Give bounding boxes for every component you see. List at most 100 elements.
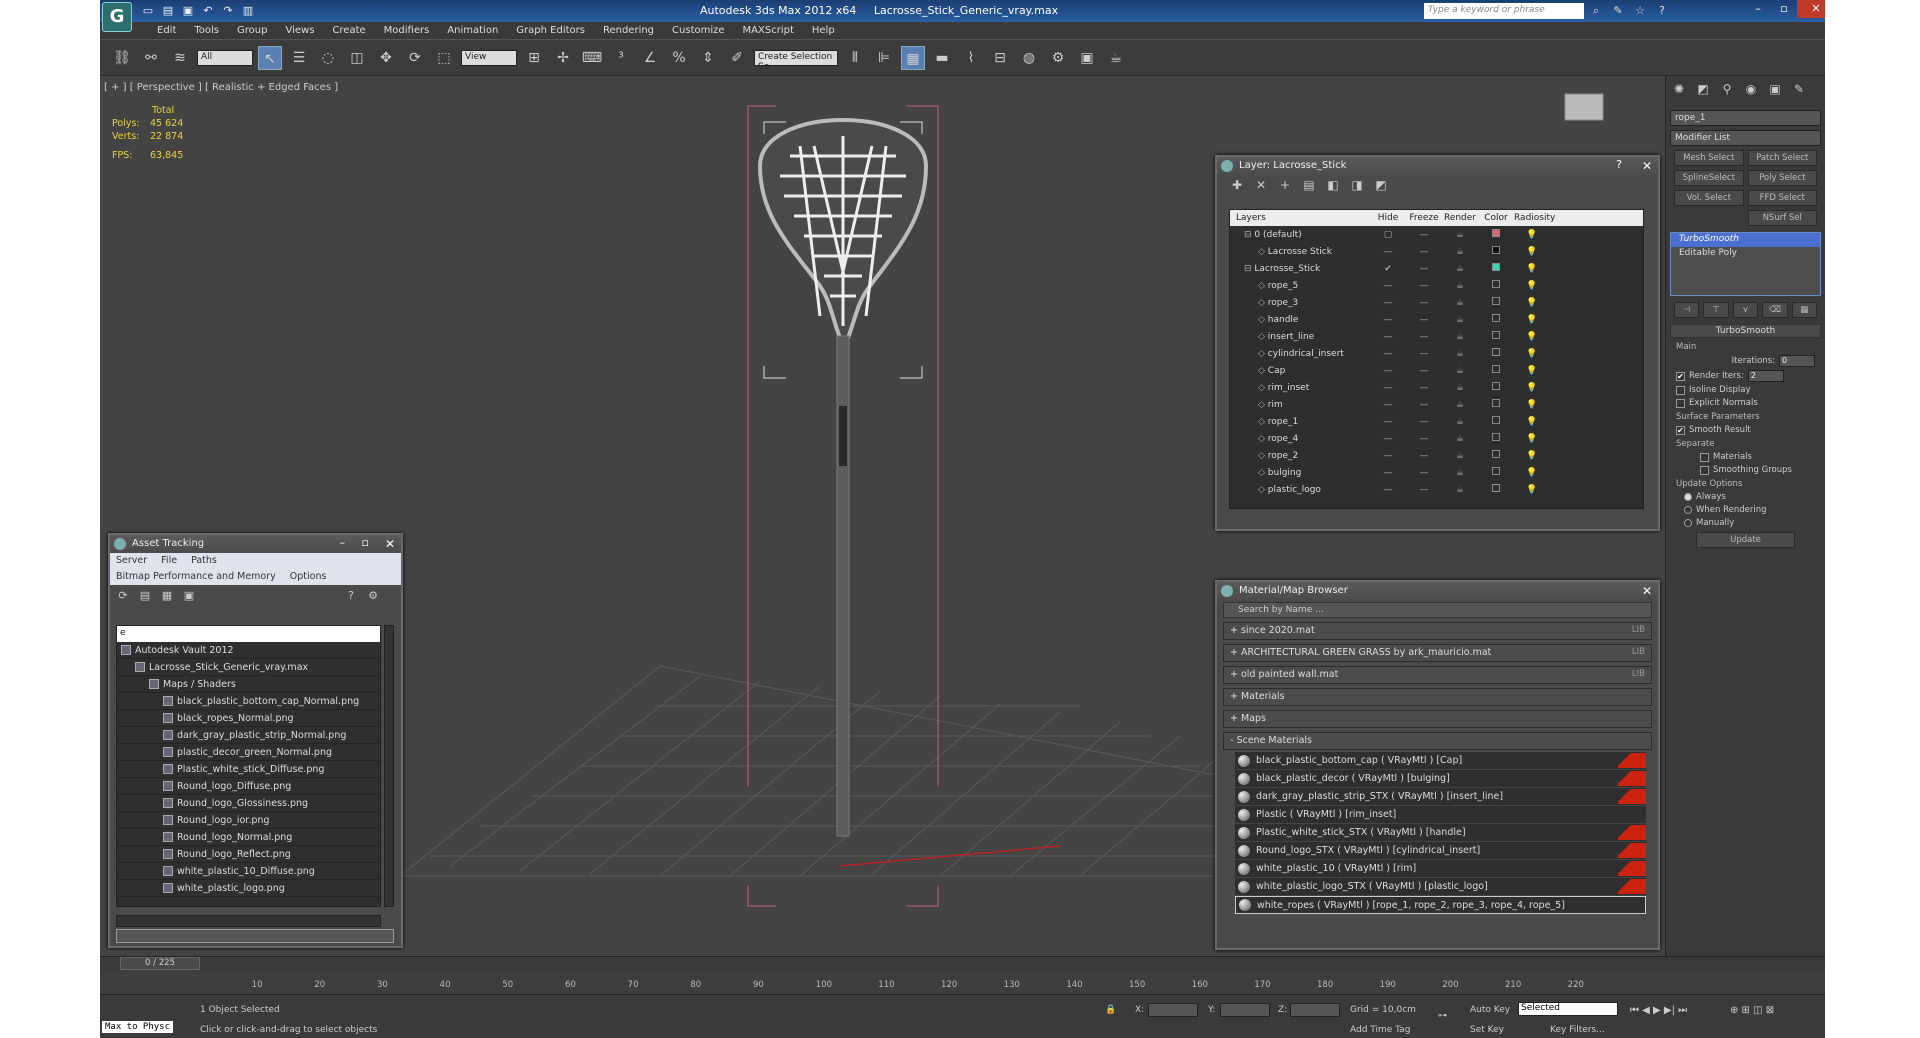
asset-filter-input[interactable]: e bbox=[117, 626, 380, 642]
pivot-center-icon[interactable]: ⊞ bbox=[522, 46, 546, 70]
delete-layer-icon[interactable]: ✕ bbox=[1253, 178, 1269, 194]
layer-row[interactable]: ◇ Lacrosse Stick — — ☕ 💡 bbox=[1230, 243, 1643, 260]
material-group[interactable]: + old painted wall.mat LIB bbox=[1223, 666, 1652, 684]
bind-space-warp-icon[interactable]: ≋ bbox=[168, 46, 192, 70]
layer-render-toggle[interactable]: ☕ bbox=[1442, 434, 1478, 444]
edit-named-selection-icon[interactable]: ✐ bbox=[725, 46, 749, 70]
material-group[interactable]: + ARCHITECTURAL GREEN GRASS by ark_mauri… bbox=[1223, 644, 1652, 662]
asset-minimize-icon[interactable]: – bbox=[340, 536, 346, 549]
modifier-button-splineselect[interactable]: SplineSelect bbox=[1674, 170, 1744, 186]
menu-help[interactable]: Help bbox=[803, 22, 844, 39]
asset-row[interactable]: Maps / Shaders bbox=[117, 676, 380, 693]
layer-freeze-toggle[interactable]: — bbox=[1406, 315, 1442, 325]
layer-freeze-toggle[interactable]: — bbox=[1406, 298, 1442, 308]
scene-material-row[interactable]: black_plastic_decor ( VRayMtl ) [bulging… bbox=[1235, 770, 1646, 788]
layer-render-toggle[interactable]: ☕ bbox=[1442, 366, 1478, 376]
iterations-spinner[interactable]: 0 bbox=[1779, 355, 1815, 367]
layer-column-layers[interactable]: Layers bbox=[1230, 213, 1370, 223]
layer-color-swatch[interactable] bbox=[1478, 314, 1514, 325]
layer-radiosity-toggle[interactable]: 💡 bbox=[1514, 349, 1550, 359]
select-in-layer-icon[interactable]: ▤ bbox=[1301, 178, 1317, 194]
asset-row[interactable]: Round_logo_Reflect.png bbox=[117, 846, 380, 863]
asset-row[interactable]: black_ropes_Normal.png bbox=[117, 710, 380, 727]
settings-icon[interactable]: ⚙ bbox=[366, 589, 380, 603]
layer-row[interactable]: ◇ cylindrical_insert — — ☕ 💡 bbox=[1230, 345, 1643, 362]
layer-hide-toggle[interactable]: — bbox=[1370, 434, 1406, 444]
asset-row[interactable]: black_plastic_bottom_cap_Normal.png bbox=[117, 693, 380, 710]
material-group[interactable]: + since 2020.mat LIB bbox=[1223, 622, 1652, 640]
layer-manager-icon[interactable]: ▦ bbox=[901, 45, 925, 70]
layer-close-icon[interactable]: ✕ bbox=[1642, 159, 1652, 173]
display-tab-icon[interactable]: ▣ bbox=[1766, 82, 1784, 100]
material-window-title-bar[interactable]: Material/Map Browser ✕ bbox=[1217, 582, 1658, 600]
asset-row[interactable]: Autodesk Vault 2012 bbox=[117, 642, 380, 659]
layer-color-swatch[interactable] bbox=[1478, 433, 1514, 444]
make-unique-icon[interactable]: ⋎ bbox=[1732, 302, 1759, 318]
layer-radiosity-toggle[interactable]: 💡 bbox=[1514, 451, 1550, 461]
selection-filter-dropdown[interactable]: All bbox=[197, 49, 253, 66]
angle-snap-icon[interactable]: ∠ bbox=[638, 46, 662, 70]
percent-snap-icon[interactable]: % bbox=[667, 46, 691, 70]
layer-row[interactable]: ◇ rope_3— — ☕ 💡 bbox=[1230, 294, 1643, 311]
material-group[interactable]: + Materials bbox=[1223, 688, 1652, 706]
star-icon[interactable]: ☆ bbox=[1632, 3, 1648, 19]
close-icon[interactable]: ✕ bbox=[1797, 0, 1825, 18]
hierarchy-tab-icon[interactable]: ⚲ bbox=[1718, 82, 1736, 100]
render-iters-checkbox[interactable]: ✔ bbox=[1676, 371, 1685, 381]
undo-icon[interactable]: ↶ bbox=[200, 3, 216, 19]
layer-hide-toggle[interactable]: — bbox=[1370, 366, 1406, 376]
layer-row[interactable]: ◇ Cap — — ☕ 💡 bbox=[1230, 362, 1643, 379]
freeze-all-icon[interactable]: ◩ bbox=[1373, 178, 1389, 194]
configure-sets-icon[interactable]: ▦ bbox=[1791, 302, 1818, 318]
keyboard-shortcut-icon[interactable]: ⌨ bbox=[580, 46, 604, 70]
layer-hide-toggle[interactable]: — bbox=[1370, 281, 1406, 291]
smoothing-groups-checkbox[interactable] bbox=[1700, 465, 1709, 475]
layer-row[interactable]: ◇ handle — — ☕ 💡 bbox=[1230, 311, 1643, 328]
key-filters-button[interactable]: Key Filters... bbox=[1550, 1025, 1605, 1035]
layer-freeze-toggle[interactable]: — bbox=[1406, 434, 1442, 444]
asset-row[interactable]: Round_logo_Diffuse.png bbox=[117, 778, 380, 795]
menu-customize[interactable]: Customize bbox=[663, 22, 734, 39]
graphite-ribbon-icon[interactable]: ▬ bbox=[930, 46, 954, 70]
redo-icon[interactable]: ↷ bbox=[220, 3, 236, 19]
scene-material-row[interactable]: black_plastic_bottom_cap ( VRayMtl ) [Ca… bbox=[1235, 752, 1646, 770]
layer-render-toggle[interactable]: ☕ bbox=[1442, 281, 1478, 291]
asset-menu-paths[interactable]: Paths bbox=[191, 555, 217, 567]
new-file-icon[interactable]: ▭ bbox=[140, 3, 156, 19]
layer-expand-icon[interactable]: ⊟ bbox=[1244, 264, 1254, 274]
layer-freeze-toggle[interactable]: — bbox=[1406, 485, 1442, 495]
layer-render-toggle[interactable]: ☕ bbox=[1442, 247, 1478, 257]
layer-render-toggle[interactable]: ☕ bbox=[1442, 298, 1478, 308]
layer-column-radiosity[interactable]: Radiosity bbox=[1514, 213, 1555, 223]
layer-radiosity-toggle[interactable]: 💡 bbox=[1514, 485, 1550, 495]
layer-radiosity-toggle[interactable]: 💡 bbox=[1514, 332, 1550, 342]
layer-freeze-toggle[interactable]: — bbox=[1406, 417, 1442, 427]
refresh-icon[interactable]: ⟳ bbox=[116, 589, 130, 603]
layer-render-toggle[interactable]: ☕ bbox=[1442, 230, 1478, 240]
layer-radiosity-toggle[interactable]: 💡 bbox=[1514, 247, 1550, 257]
y-coord-field[interactable] bbox=[1220, 1003, 1270, 1017]
binoculars-icon[interactable]: ⌕ bbox=[1588, 3, 1604, 19]
layer-hide-toggle[interactable]: — bbox=[1370, 332, 1406, 342]
layer-render-toggle[interactable]: ☕ bbox=[1442, 264, 1478, 274]
app-logo-icon[interactable]: G bbox=[102, 2, 132, 32]
layer-render-toggle[interactable]: ☕ bbox=[1442, 451, 1478, 461]
save-icon[interactable]: ▣ bbox=[180, 3, 196, 19]
layer-radiosity-toggle[interactable]: 💡 bbox=[1514, 298, 1550, 308]
scale-icon[interactable]: ⬚ bbox=[432, 46, 456, 70]
asset-menu-options[interactable]: Options bbox=[290, 571, 327, 583]
layer-radiosity-toggle[interactable]: 💡 bbox=[1514, 417, 1550, 427]
layer-column-freeze[interactable]: Freeze bbox=[1406, 213, 1442, 223]
layer-hide-toggle[interactable]: — bbox=[1370, 451, 1406, 461]
manipulate-icon[interactable]: ✢ bbox=[551, 46, 575, 70]
layer-row[interactable]: ⊟ Lacrosse_Stick ✔ — ☕ 💡 bbox=[1230, 260, 1643, 277]
asset-h-scrollbar[interactable] bbox=[116, 915, 381, 927]
asset-row[interactable]: Round_logo_ior.png bbox=[117, 812, 380, 829]
utilities-tab-icon[interactable]: ✎ bbox=[1790, 82, 1808, 100]
layer-render-toggle[interactable]: ☕ bbox=[1442, 383, 1478, 393]
update-button[interactable]: Update bbox=[1696, 532, 1795, 548]
modifier-button-patch-select[interactable]: Patch Select bbox=[1747, 150, 1817, 166]
explicit-normals-checkbox[interactable] bbox=[1676, 398, 1685, 408]
select-by-name-icon[interactable]: ☰ bbox=[287, 46, 311, 70]
maxscript-listener[interactable]: Max to Physc bbox=[102, 1021, 174, 1033]
